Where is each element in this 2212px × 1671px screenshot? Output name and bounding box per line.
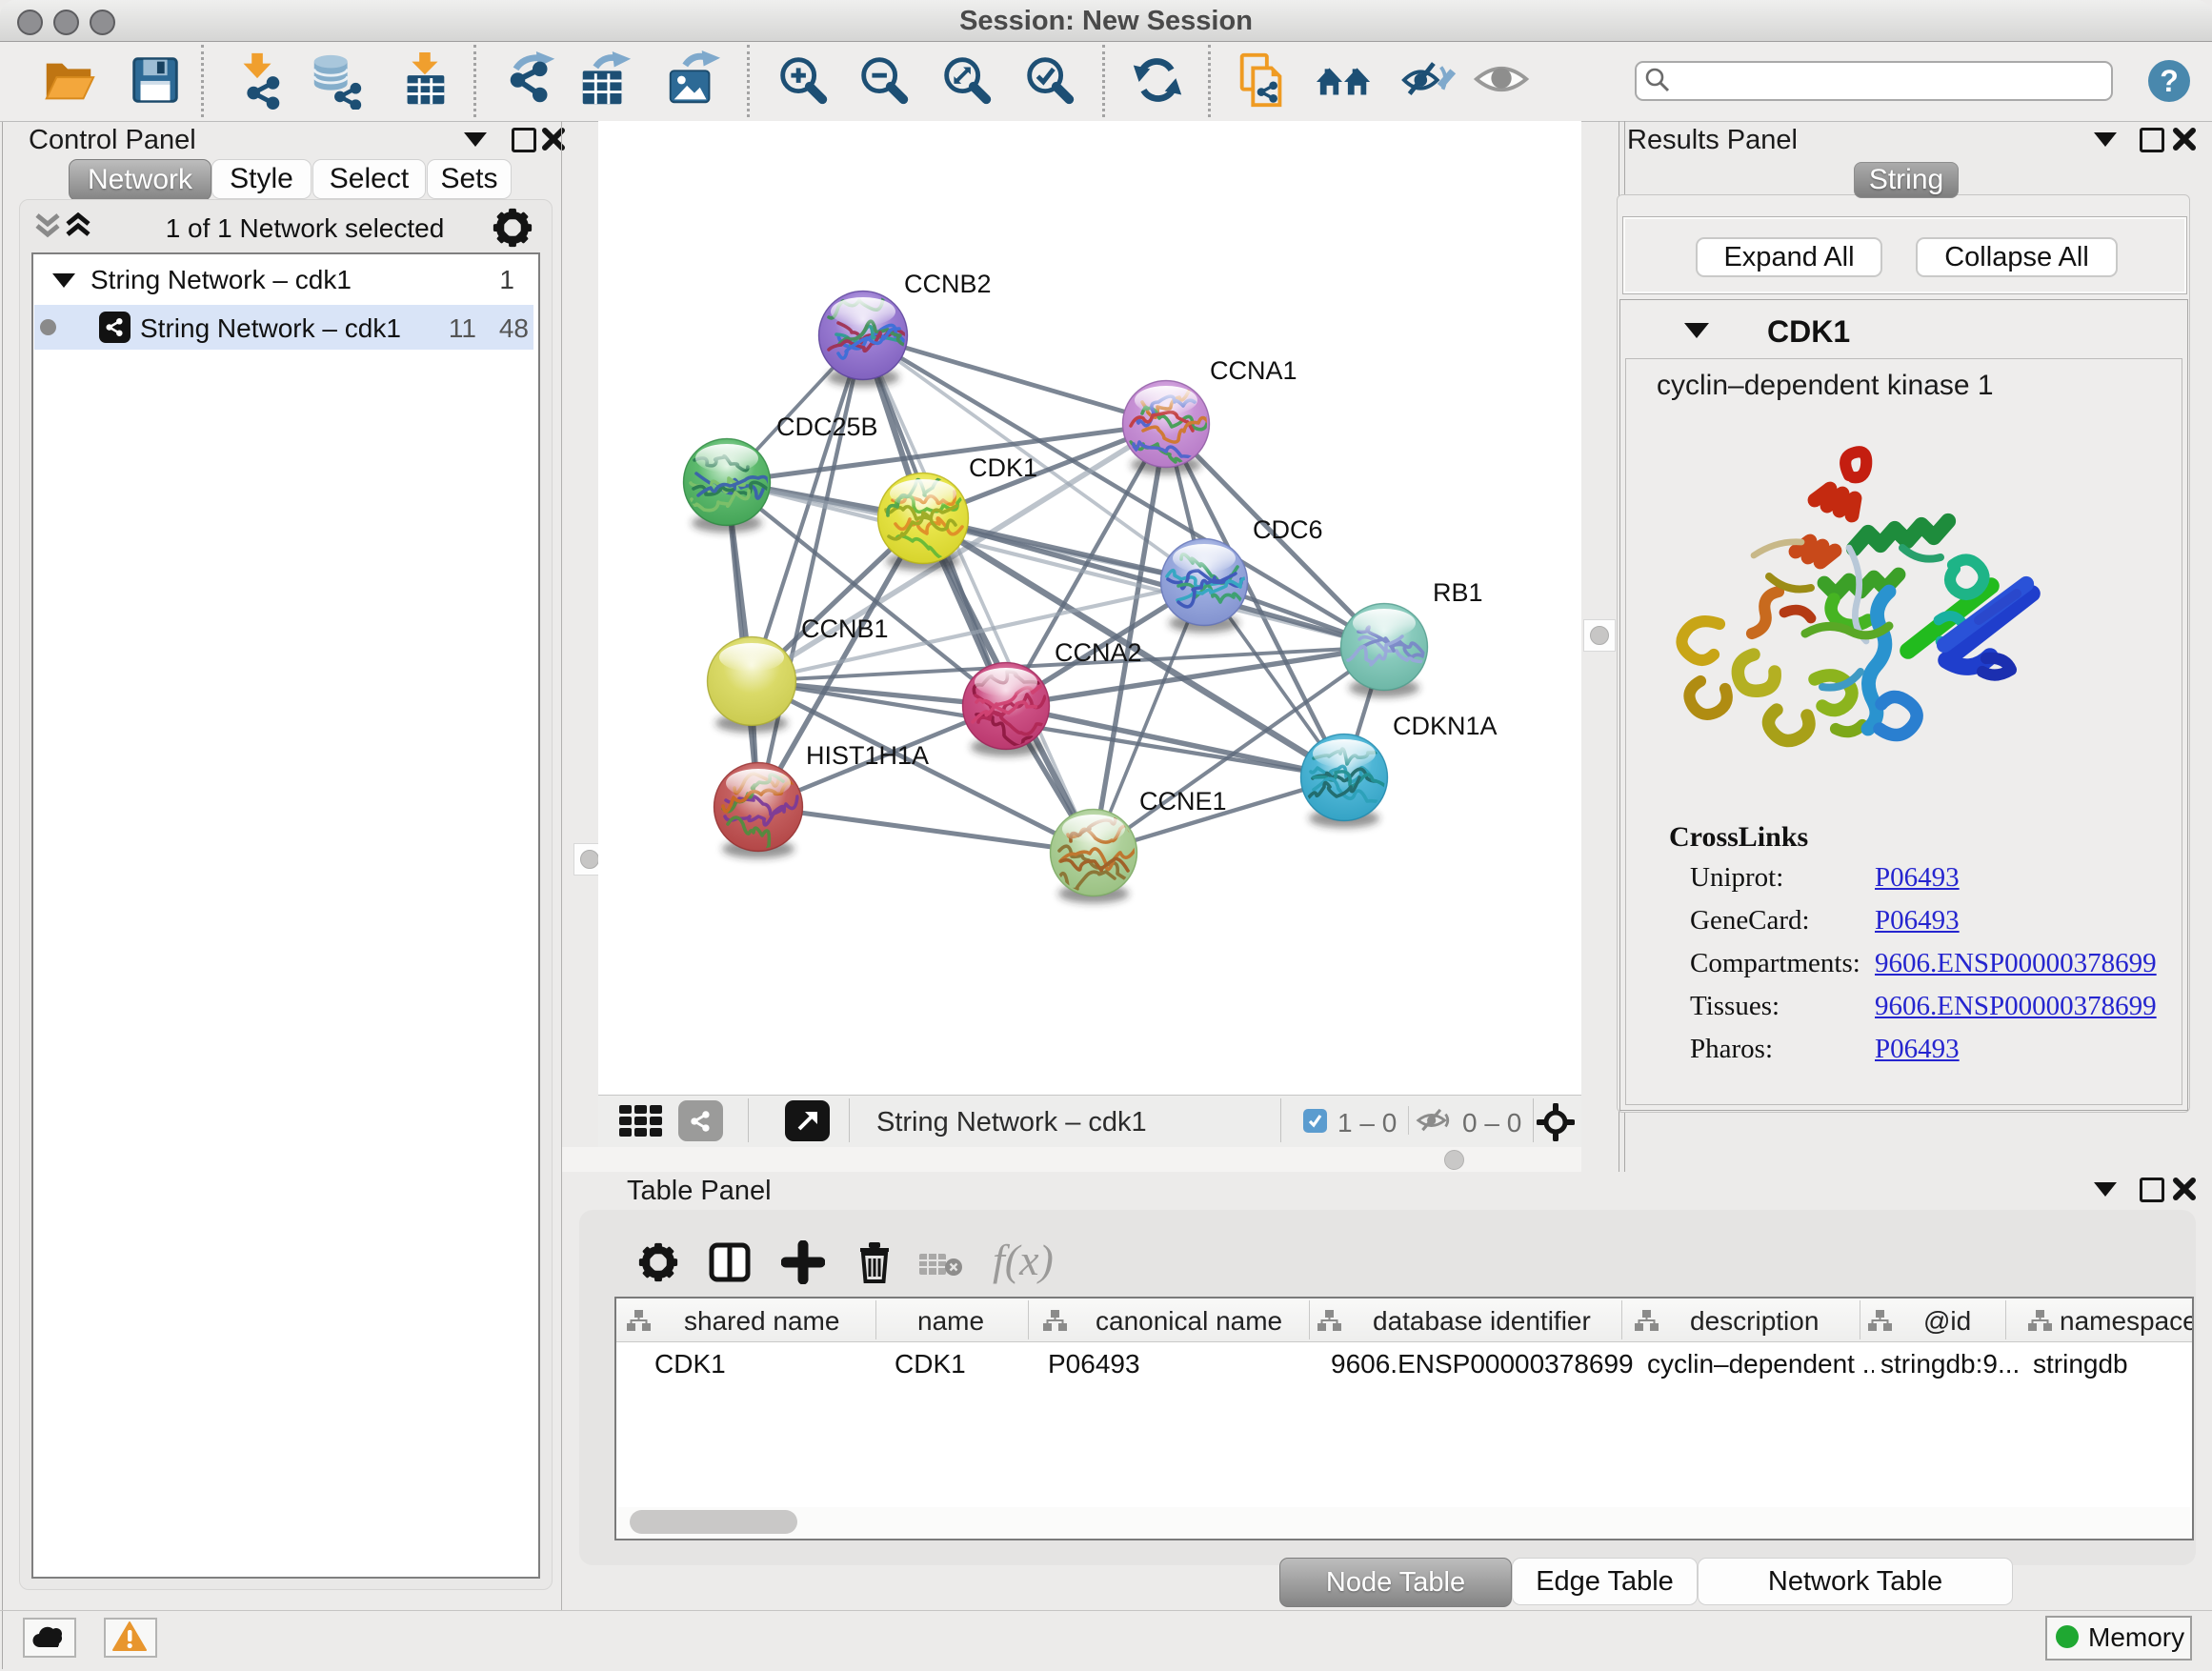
svg-text:CCNB1: CCNB1 bbox=[801, 614, 889, 643]
svg-text:HIST1H1A: HIST1H1A bbox=[806, 741, 929, 770]
svg-text:CDC25B: CDC25B bbox=[776, 413, 878, 441]
svg-text:RB1: RB1 bbox=[1433, 578, 1483, 607]
svg-text:CCNA2: CCNA2 bbox=[1055, 638, 1142, 667]
svg-text:CDC6: CDC6 bbox=[1253, 515, 1323, 544]
svg-text:CDKN1A: CDKN1A bbox=[1393, 712, 1498, 740]
svg-text:CCNE1: CCNE1 bbox=[1139, 787, 1227, 815]
svg-text:CDK1: CDK1 bbox=[969, 453, 1037, 482]
svg-text:CCNA1: CCNA1 bbox=[1210, 356, 1297, 385]
svg-text:CCNB2: CCNB2 bbox=[904, 270, 992, 298]
